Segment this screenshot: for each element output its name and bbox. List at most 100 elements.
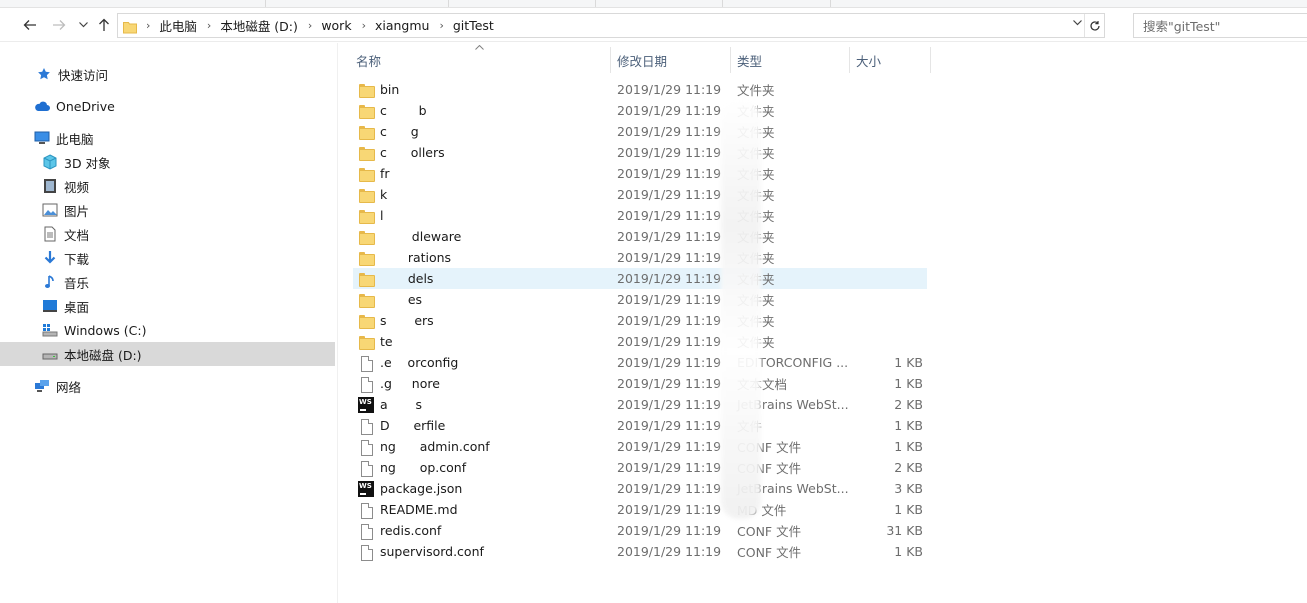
file-size [853,289,923,310]
table-row[interactable]: ng op.conf 2019/1/29 11:19 CONF 文件 2 KB [353,457,927,478]
column-header-name[interactable]: 名称 [350,47,610,73]
file-name: l [380,208,384,223]
table-row[interactable]: redis.conf 2019/1/29 11:19 CONF 文件 31 KB [353,520,927,541]
file-name-cell: ng op.conf [358,457,466,478]
chevron-right-icon[interactable]: › [362,19,366,32]
back-button[interactable] [19,14,41,36]
file-date: 2019/1/29 11:19 [617,523,722,538]
file-name: dels [380,271,434,286]
table-row[interactable]: dels2019/1/29 11:19文件夹 [353,268,927,289]
file-icon [358,502,374,519]
sidebar-item-downloads[interactable]: 下载 [0,246,335,270]
sidebar-item-drive-d[interactable]: 本地磁盘 (D:) [0,342,335,366]
sidebar-item-label: Windows (C:) [64,322,147,338]
table-row[interactable]: l2019/1/29 11:19文件夹 [353,205,927,226]
ribbon-strip [0,0,1307,8]
table-row[interactable]: WS a s 2019/1/29 11:19 JetBrains WebSt... 2 … [353,394,927,415]
file-date: 2019/1/29 11:19 [617,418,722,433]
chevron-right-icon[interactable]: › [207,19,211,32]
file-name-cell: .e orconfig [358,352,458,373]
cube-icon [42,154,58,170]
forward-button[interactable] [48,14,70,36]
sidebar-item-network[interactable]: 网络 [0,374,335,398]
sidebar-item-quick-access[interactable]: 快速访问 [0,62,335,86]
search-input[interactable]: 搜索"gitTest" [1133,13,1307,38]
file-date: 2019/1/29 11:19 [617,460,722,475]
file-size: 2 KB [894,460,923,475]
file-size [853,226,923,247]
file-size: 1 KB [894,502,923,517]
table-row[interactable]: dleware2019/1/29 11:19文件夹 [353,226,927,247]
breadcrumb-item[interactable]: work [321,18,351,33]
sidebar-item-documents[interactable]: 文档 [0,222,335,246]
table-row[interactable]: .e orconfig 2019/1/29 11:19 EDITORCONFIG .… [353,352,927,373]
table-row[interactable]: ng admin.conf 2019/1/29 11:19 CONF 文件 1 KB [353,436,927,457]
sidebar-item-label: OneDrive [56,98,115,114]
folder-icon [358,334,375,350]
sidebar-item-label: 本地磁盘 (D:) [64,347,142,363]
column-header-size[interactable]: 大小 [850,47,930,73]
folder-icon [358,166,375,182]
file-size: 1 KB [894,355,923,370]
chevron-right-icon[interactable]: › [146,19,150,32]
sidebar-item-this-pc[interactable]: 此电脑 [0,126,335,150]
table-row[interactable]: s ers2019/1/29 11:19文件夹 [353,310,927,331]
column-header-type[interactable]: 类型 [731,47,850,73]
sidebar-item-videos[interactable]: 视频 [0,174,335,198]
folder-icon [358,292,375,308]
recent-locations-button[interactable] [76,14,90,36]
sidebar-item-3d-objects[interactable]: 3D 对象 [0,150,335,174]
address-bar[interactable]: › 此电脑 › 本地磁盘 (D:) › work › xiangmu › git… [117,13,1105,38]
file-date: 2019/1/29 11:19 [617,334,722,349]
breadcrumb-item[interactable]: gitTest [453,18,494,33]
table-row[interactable]: .g nore 2019/1/29 11:19 文本文档 1 KB [353,373,927,394]
breadcrumb-item[interactable]: 此电脑 [159,16,197,35]
sidebar-item-onedrive[interactable]: OneDrive [0,94,335,118]
table-row[interactable]: D erfile2019/1/29 11:19文件1 KB [353,415,927,436]
table-row[interactable]: te2019/1/29 11:19文件夹 [353,331,927,352]
file-name: bin [380,82,400,97]
sidebar-item-pictures[interactable]: 图片 [0,198,335,222]
file-date: 2019/1/29 11:19 [617,397,722,412]
table-row[interactable]: README.md 2019/1/29 11:19 MD 文件 1 KB [353,499,927,520]
chevron-right-icon[interactable]: › [308,19,312,32]
table-row[interactable]: fr2019/1/29 11:19文件夹 [353,163,927,184]
table-row[interactable]: c ollers2019/1/29 11:19文件夹 [353,142,927,163]
up-button[interactable] [93,14,115,36]
file-date: 2019/1/29 11:19 [617,103,722,118]
breadcrumb-item[interactable]: 本地磁盘 (D:) [220,16,298,35]
column-header-date[interactable]: 修改日期 [611,47,731,73]
sidebar-item-drive-c[interactable]: Windows (C:) [0,318,335,342]
file-name: a s [380,397,422,412]
sidebar-item-music[interactable]: 音乐 [0,270,335,294]
drive-d-icon [42,346,58,362]
table-row[interactable]: supervisord.conf 2019/1/29 11:19 CONF 文件 1 … [353,541,927,562]
music-icon [42,274,58,290]
refresh-button[interactable] [1084,14,1104,37]
file-date: 2019/1/29 11:19 [617,376,722,391]
table-row[interactable]: c g2019/1/29 11:19文件夹 [353,121,927,142]
file-name-cell: WS package.json [358,478,462,499]
file-date: 2019/1/29 11:19 [617,313,722,328]
table-row[interactable]: WS package.json 2019/1/29 11:19 JetBrains W… [353,478,927,499]
sidebar-item-label: 下载 [64,251,90,267]
ribbon-separator [830,0,831,7]
table-row[interactable]: es2019/1/29 11:19文件夹 [353,289,927,310]
table-row[interactable]: c b2019/1/29 11:19文件夹 [353,100,927,121]
file-size [853,205,923,226]
address-dropdown-button[interactable] [1073,18,1082,29]
table-row[interactable]: k2019/1/29 11:19文件夹 [353,184,927,205]
file-date: 2019/1/29 11:19 [617,502,722,517]
table-row[interactable]: rations2019/1/29 11:19文件夹 [353,247,927,268]
table-row[interactable]: bin 2019/1/29 11:19 文件夹 [353,79,927,100]
column-separator[interactable] [930,47,931,73]
file-date: 2019/1/29 11:19 [617,355,722,370]
sidebar-item-label: 视频 [64,179,90,195]
sidebar-item-desktop[interactable]: 桌面 [0,294,335,318]
folder-icon [358,271,375,287]
folder-icon [358,187,375,203]
sidebar-item-label: 音乐 [64,275,90,291]
chevron-right-icon[interactable]: › [439,19,443,32]
file-date: 2019/1/29 11:19 [617,166,722,181]
breadcrumb-item[interactable]: xiangmu [375,18,430,33]
